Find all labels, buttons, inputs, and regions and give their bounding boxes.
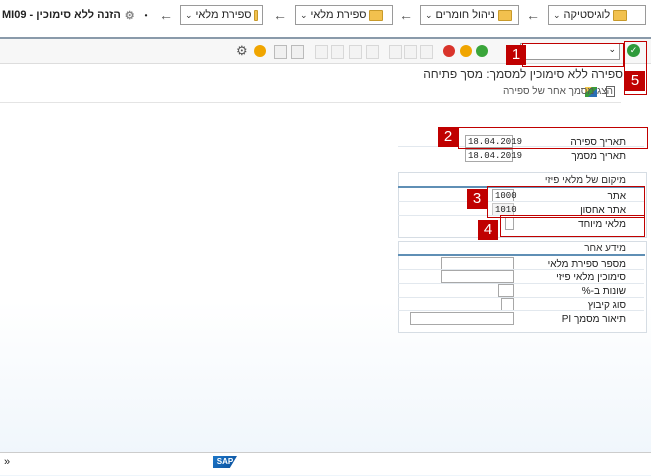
difference-percent-field[interactable] [498, 284, 514, 297]
dot-icon: • [144, 10, 148, 20]
difference-percent-label: שונות ב-% [581, 286, 626, 297]
page-title: ספירה ללא סימוכין למסמך: מסך פתיחה [423, 67, 623, 81]
status-bar [0, 452, 651, 475]
callout-badge-1: 1 [506, 45, 526, 65]
find-next-icon[interactable] [389, 45, 402, 59]
arrow-left-icon: ← [399, 7, 413, 23]
last-page-icon[interactable] [315, 45, 328, 59]
new-session-icon[interactable] [291, 45, 304, 59]
location-group-title: מיקום של מלאי פיזי [544, 175, 626, 186]
document-date-label: תאריך מסמך [571, 151, 626, 162]
cancel-icon[interactable] [443, 45, 455, 57]
exit-icon[interactable] [460, 45, 472, 57]
callout-box-2 [458, 127, 648, 149]
phys-inv-reference-label: סימוכין מלאי פיזי [556, 272, 626, 283]
callout-badge-2: 2 [438, 127, 458, 147]
breadcrumb-item-logistics[interactable]: לוגיסטיקה ⌄ [548, 5, 646, 25]
breadcrumb-label: ספירת מלאי [310, 9, 367, 21]
breadcrumb-item-materials-mgmt[interactable]: ניהול חומרים ⌄ [420, 5, 519, 25]
pi-description-label: תיאור מסמך PI [561, 314, 626, 325]
chevron-down-icon: ⌄ [300, 9, 308, 20]
next-page-icon[interactable] [331, 45, 344, 59]
find-icon[interactable] [404, 45, 417, 59]
folder-icon [369, 9, 384, 21]
breadcrumb-label: ספירת מלאי [195, 9, 252, 21]
callout-badge-5: 5 [625, 71, 645, 91]
arrow-left-icon: ← [159, 7, 173, 23]
callout-badge-3: 3 [467, 189, 487, 209]
document-date-field[interactable]: 18.04.2019 [465, 149, 522, 162]
folder-icon [613, 9, 628, 21]
first-page-icon[interactable] [366, 45, 379, 59]
back-icon[interactable] [476, 45, 488, 57]
chevron-down-icon: ⌄ [425, 9, 433, 20]
phys-inv-reference-field[interactable] [441, 270, 514, 283]
folder-icon [497, 9, 512, 21]
breadcrumb-current: MI09 - הזנה ללא סימוכין ⚙ • [0, 5, 147, 25]
row-separator [398, 269, 644, 270]
group-rule [398, 254, 645, 256]
other-info-group-title: מידע אחר [584, 243, 626, 254]
breadcrumb-item-inventory-1[interactable]: ספירת מלאי ⌄ [295, 5, 393, 25]
settings-gear-icon[interactable]: ⚙ [236, 43, 248, 59]
prev-page-icon[interactable] [349, 45, 362, 59]
row-separator [398, 283, 644, 284]
callout-box-3 [487, 186, 645, 218]
chevron-down-icon: ⌄ [553, 9, 561, 20]
callout-box-1 [522, 43, 624, 67]
arrow-left-icon: ← [526, 7, 540, 23]
row-separator [398, 310, 644, 311]
layout-icon[interactable] [274, 45, 287, 59]
print-icon[interactable] [420, 45, 433, 59]
arrow-left-icon: ← [273, 7, 287, 23]
chevron-down-icon: ⌄ [185, 9, 193, 20]
callout-badge-4: 4 [478, 220, 498, 240]
breadcrumb-label: לוגיסטיקה [563, 9, 611, 21]
breadcrumb-current-label: MI09 - הזנה ללא סימוכין [2, 9, 121, 21]
show-other-document-button[interactable]: הצג מסמך אחר של ספירה [503, 86, 613, 97]
breadcrumb-label: ניהול חומרים [435, 9, 495, 21]
breadcrumb-item-inventory-2[interactable]: ספירת מלאי ⌄ [180, 5, 263, 25]
folder-icon [254, 9, 258, 21]
help-icon[interactable] [254, 45, 266, 57]
callout-box-4 [500, 215, 645, 237]
expand-status-button[interactable]: » [4, 456, 10, 468]
row-separator [398, 297, 644, 298]
gear-icon: ⚙ [124, 9, 135, 22]
pi-description-field[interactable] [410, 312, 514, 325]
